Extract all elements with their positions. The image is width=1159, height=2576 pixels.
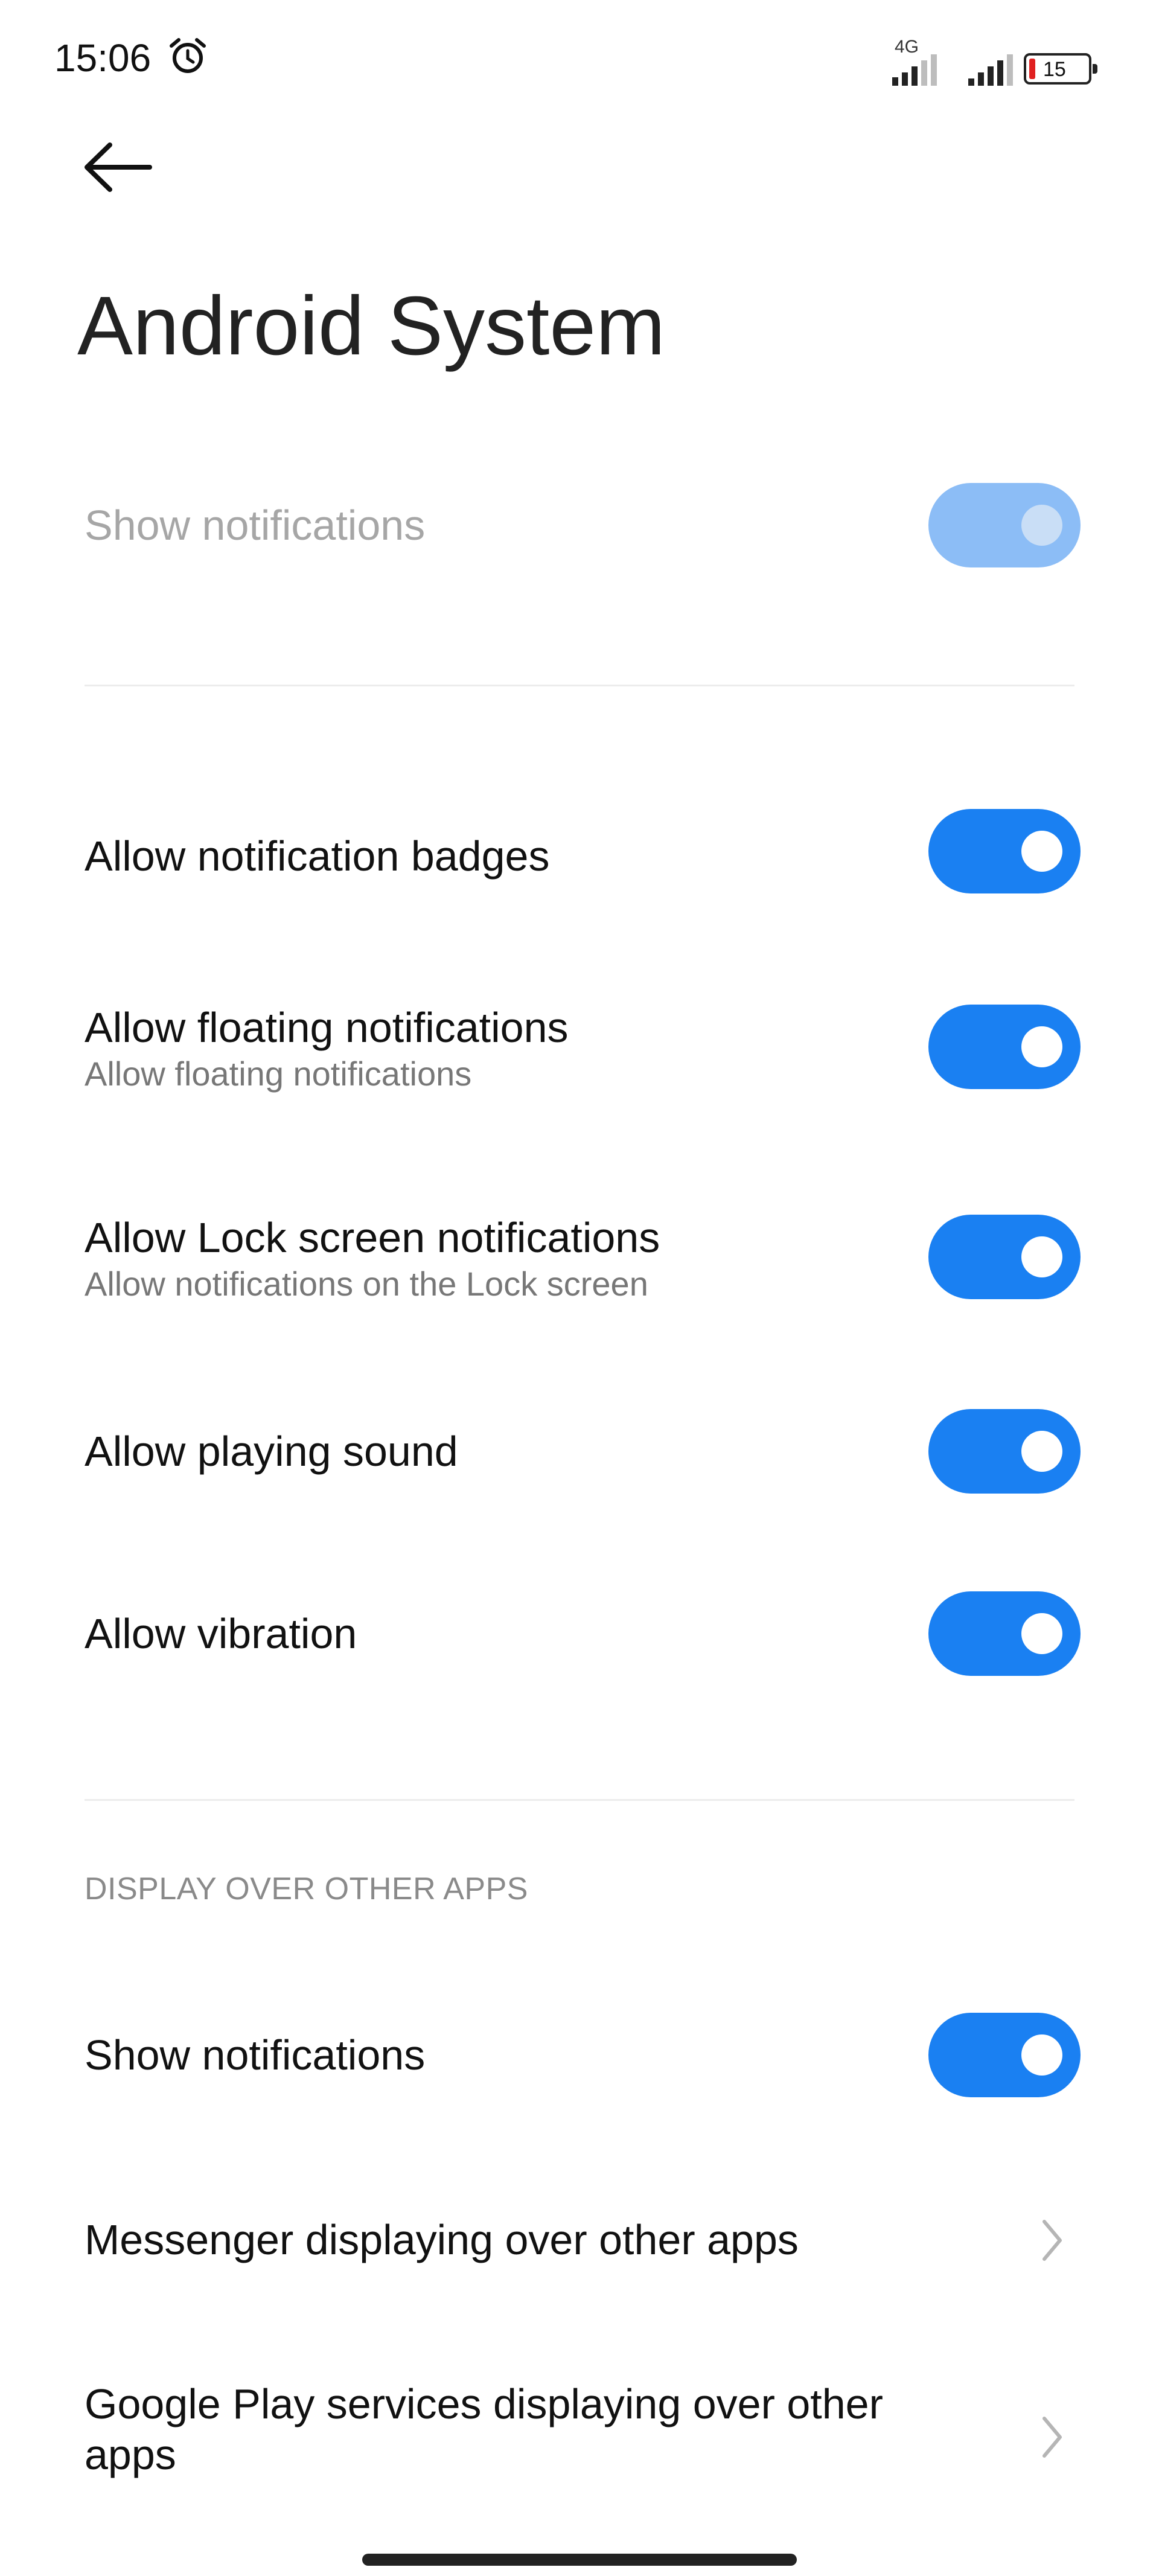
section-header-display-over-other-apps: DISPLAY OVER OTHER APPS bbox=[85, 1871, 528, 1906]
battery-icon: 15 bbox=[1024, 53, 1097, 85]
status-icons: 4G 15 bbox=[885, 31, 1097, 86]
show-notifications-label: Show notifications bbox=[85, 502, 426, 549]
display-show-notifications-toggle[interactable] bbox=[928, 2013, 1081, 2097]
divider bbox=[85, 1799, 1074, 1801]
allow-playing-sound-row[interactable]: Allow playing sound bbox=[0, 1409, 1159, 1500]
alarm-clock-icon bbox=[170, 38, 206, 73]
battery-cap bbox=[1093, 64, 1097, 74]
item-label: Google Play services displaying over oth… bbox=[85, 2380, 883, 2478]
allow-floating-notifications-toggle[interactable] bbox=[928, 1005, 1081, 1089]
allow-lock-screen-notifications-row[interactable]: Allow Lock screen notifications Allow no… bbox=[0, 1212, 1159, 1327]
show-notifications-toggle[interactable] bbox=[928, 483, 1081, 567]
home-indicator[interactable] bbox=[362, 2554, 797, 2566]
allow-playing-sound-toggle[interactable] bbox=[928, 1409, 1081, 1494]
signal-strength-icon-2 bbox=[968, 52, 1013, 86]
page-title: Android System bbox=[77, 280, 666, 372]
status-bar: 15:06 4G 15 bbox=[0, 0, 1159, 103]
allow-notification-badges-row[interactable]: Allow notification badges bbox=[0, 809, 1159, 906]
signal-strength-icon bbox=[892, 52, 937, 86]
allow-floating-notifications-row[interactable]: Allow floating notifications Allow float… bbox=[0, 1002, 1159, 1117]
item-label: Allow notification badges bbox=[85, 833, 550, 880]
item-subtitle: Allow notifications on the Lock screen bbox=[85, 1265, 648, 1303]
display-show-notifications-row[interactable]: Show notifications bbox=[0, 2013, 1159, 2103]
back-arrow-icon[interactable] bbox=[78, 134, 157, 200]
toggle-knob bbox=[1021, 2034, 1062, 2076]
divider bbox=[85, 685, 1074, 686]
item-label: Show notifications bbox=[85, 2031, 426, 2079]
toggle-knob bbox=[1021, 831, 1062, 872]
messenger-display-over-apps-row[interactable]: Messenger displaying over other apps bbox=[0, 2210, 1159, 2276]
item-label: Allow vibration bbox=[85, 1610, 357, 1657]
item-label: Allow Lock screen notifications bbox=[85, 1214, 660, 1261]
toggle-knob bbox=[1021, 1236, 1062, 1277]
item-label: Allow playing sound bbox=[85, 1428, 458, 1475]
toggle-knob bbox=[1021, 1613, 1062, 1654]
status-time: 15:06 bbox=[54, 36, 152, 80]
battery-level: 15 bbox=[1043, 58, 1066, 81]
battery-fill bbox=[1029, 59, 1035, 79]
mobile-network-4g: 4G bbox=[885, 37, 957, 86]
app-screen: 15:06 4G 15 Android System Show notifica… bbox=[0, 0, 1159, 2576]
chevron-right-icon bbox=[1042, 2417, 1062, 2458]
item-label: Allow floating notifications bbox=[85, 1004, 569, 1051]
allow-vibration-row[interactable]: Allow vibration bbox=[0, 1591, 1159, 1682]
item-subtitle: Allow floating notifications bbox=[85, 1055, 472, 1093]
toggle-knob bbox=[1021, 1431, 1062, 1472]
chevron-right-icon bbox=[1042, 2220, 1062, 2261]
allow-lock-screen-notifications-toggle[interactable] bbox=[928, 1215, 1081, 1299]
toggle-knob bbox=[1021, 505, 1062, 546]
allow-notification-badges-toggle[interactable] bbox=[928, 809, 1081, 893]
toggle-knob bbox=[1021, 1026, 1062, 1067]
allow-vibration-toggle[interactable] bbox=[928, 1591, 1081, 1676]
show-notifications-row[interactable]: Show notifications bbox=[0, 471, 1159, 580]
google-play-services-display-over-apps-row[interactable]: Google Play services displaying over oth… bbox=[0, 2379, 1159, 2493]
item-label: Messenger displaying over other apps bbox=[85, 2216, 799, 2263]
